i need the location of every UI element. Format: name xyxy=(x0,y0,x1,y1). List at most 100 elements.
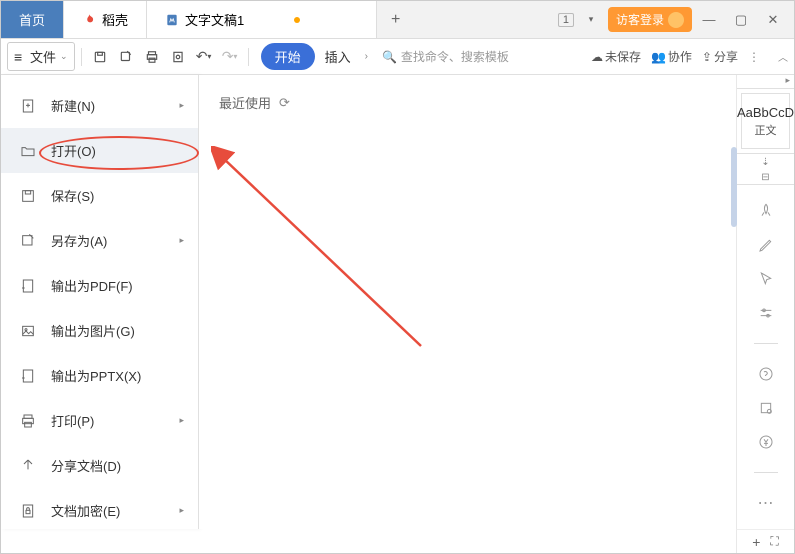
file-menu-button[interactable]: 文件 ⌄ xyxy=(7,42,75,71)
recent-title: 最近使用 ⟳ xyxy=(219,93,716,112)
settings-slider-icon[interactable] xyxy=(756,303,776,323)
share-button[interactable]: ⇪ 分享 xyxy=(702,48,738,65)
separator xyxy=(754,343,778,344)
collaborate-label: 协作 xyxy=(668,48,692,65)
dropdown-icon[interactable]: ▾ xyxy=(576,5,606,35)
right-sidebar: ▸ AaBbCcD 正文 ⇣ ⊟ ⋯ xyxy=(736,75,794,529)
menu-open-label: 打开(O) xyxy=(51,141,96,160)
tab-home[interactable]: 首页 xyxy=(1,1,64,38)
recent-files-panel: 最近使用 ⟳ xyxy=(199,75,736,529)
share-doc-icon xyxy=(19,457,37,475)
window-count-badge[interactable]: 1 xyxy=(558,13,574,27)
close-button[interactable]: ✕ xyxy=(758,5,788,35)
pencil-icon[interactable] xyxy=(756,235,776,255)
cloud-icon: ☁ xyxy=(591,50,603,64)
menu-save-as[interactable]: 另存为(A) ▸ xyxy=(1,218,198,263)
pdf-icon xyxy=(19,277,37,295)
titlebar-controls: 1 ▾ 访客登录 — ▢ ✕ xyxy=(558,1,794,38)
cursor-icon[interactable] xyxy=(756,269,776,289)
style-detail[interactable]: ⇣ xyxy=(737,153,794,171)
ribbon-next-button[interactable]: › xyxy=(361,51,372,62)
tab-document-label: 文字文稿1 xyxy=(185,10,244,29)
maximize-button[interactable]: ▢ xyxy=(726,5,756,35)
style-label: 正文 xyxy=(755,122,777,138)
tab-home-label: 首页 xyxy=(19,10,45,29)
menu-export-pdf[interactable]: 输出为PDF(F) xyxy=(1,263,198,308)
tab-document[interactable]: 文字文稿1 xyxy=(147,1,377,38)
scrollbar-thumb[interactable] xyxy=(731,147,737,227)
menu-save-as-label: 另存为(A) xyxy=(51,231,107,250)
chevron-down-icon: ⌄ xyxy=(60,51,68,62)
folder-open-icon xyxy=(19,142,37,160)
preview-icon[interactable] xyxy=(166,45,190,69)
tab-start-label: 开始 xyxy=(275,50,301,65)
style-gallery[interactable]: ▸ AaBbCcD 正文 ⇣ xyxy=(737,75,794,171)
footer-bar: + ⛶ xyxy=(736,529,794,553)
image-icon xyxy=(19,322,37,340)
component-icon[interactable] xyxy=(756,398,776,418)
unsaved-indicator[interactable]: ☁ 未保存 xyxy=(591,48,641,65)
unsaved-dot-icon xyxy=(294,17,300,23)
printer-icon xyxy=(19,412,37,430)
save-icon[interactable] xyxy=(88,45,112,69)
people-icon: 👥 xyxy=(651,50,666,64)
expand-style-icon[interactable]: ▸ xyxy=(785,75,790,88)
search-icon: 🔍 xyxy=(382,50,397,64)
more-icon[interactable]: ⋮ xyxy=(748,50,760,64)
menu-encrypt[interactable]: 文档加密(E) ▸ xyxy=(1,488,198,529)
menu-export-image-label: 输出为图片(G) xyxy=(51,321,135,340)
dots-icon[interactable]: ⋯ xyxy=(756,493,776,513)
menu-save[interactable]: 保存(S) xyxy=(1,173,198,218)
menu-print[interactable]: 打印(P) ▸ xyxy=(1,398,198,443)
pptx-icon xyxy=(19,367,37,385)
titlebar: 首页 稻壳 文字文稿1 + 1 ▾ 访客登录 — ▢ ✕ xyxy=(1,1,794,39)
file-menu-label: 文件 xyxy=(30,47,56,66)
undo-button[interactable]: ↶▾ xyxy=(192,45,216,69)
separator xyxy=(754,472,778,473)
save-icon xyxy=(19,187,37,205)
new-doc-icon xyxy=(19,97,37,115)
style-normal[interactable]: AaBbCcD 正文 xyxy=(741,93,790,149)
collapse-ribbon-button[interactable]: ︿ xyxy=(778,49,788,64)
tab-shell[interactable]: 稻壳 xyxy=(64,1,147,38)
menu-export-pdf-label: 输出为PDF(F) xyxy=(51,276,133,295)
fullscreen-icon[interactable]: ⛶ xyxy=(770,534,778,549)
redo-button[interactable]: ↷▾ xyxy=(218,45,242,69)
ruler-icon[interactable]: ⊟ xyxy=(761,172,769,183)
tab-insert-label: 插入 xyxy=(325,47,351,66)
hamburger-icon xyxy=(14,49,26,65)
refresh-icon[interactable]: ⟳ xyxy=(279,95,290,111)
save-as-icon[interactable] xyxy=(114,45,138,69)
menu-new[interactable]: 新建(N) ▸ xyxy=(1,83,198,128)
menu-export-image[interactable]: 输出为图片(G) xyxy=(1,308,198,353)
menu-open[interactable]: 打开(O) xyxy=(1,128,198,173)
separator xyxy=(81,48,82,66)
separator xyxy=(248,48,249,66)
unsaved-label: 未保存 xyxy=(605,48,641,65)
new-tab-button[interactable]: + xyxy=(377,1,414,38)
chevron-right-icon: ▸ xyxy=(179,100,184,111)
side-tool-strip: ⋯ xyxy=(737,185,794,513)
tab-insert[interactable]: 插入 xyxy=(317,47,359,66)
collaborate-button[interactable]: 👥 协作 xyxy=(651,48,692,65)
menu-save-label: 保存(S) xyxy=(51,186,94,205)
print-icon[interactable] xyxy=(140,45,164,69)
menu-print-label: 打印(P) xyxy=(51,411,94,430)
flame-icon xyxy=(82,13,96,27)
minimize-button[interactable]: — xyxy=(694,5,724,35)
rocket-icon[interactable] xyxy=(756,201,776,221)
zoom-in-icon[interactable]: + xyxy=(752,534,760,550)
menu-share-doc[interactable]: 分享文档(D) xyxy=(1,443,198,488)
tab-start[interactable]: 开始 xyxy=(261,43,315,70)
login-button[interactable]: 访客登录 xyxy=(608,7,692,32)
document-icon xyxy=(165,13,179,27)
search-placeholder: 查找命令、搜索模板 xyxy=(401,48,509,65)
help-icon[interactable] xyxy=(756,364,776,384)
chevron-right-icon: ▸ xyxy=(179,415,184,426)
currency-icon[interactable] xyxy=(756,432,776,452)
menu-export-pptx[interactable]: 输出为PPTX(X) xyxy=(1,353,198,398)
body: 新建(N) ▸ 打开(O) 保存(S) 另存为(A) ▸ 输出为PDF(F) 输… xyxy=(1,75,794,529)
menu-share-doc-label: 分享文档(D) xyxy=(51,456,121,475)
tab-shell-label: 稻壳 xyxy=(102,10,128,29)
search-box[interactable]: 🔍 查找命令、搜索模板 xyxy=(382,48,509,65)
